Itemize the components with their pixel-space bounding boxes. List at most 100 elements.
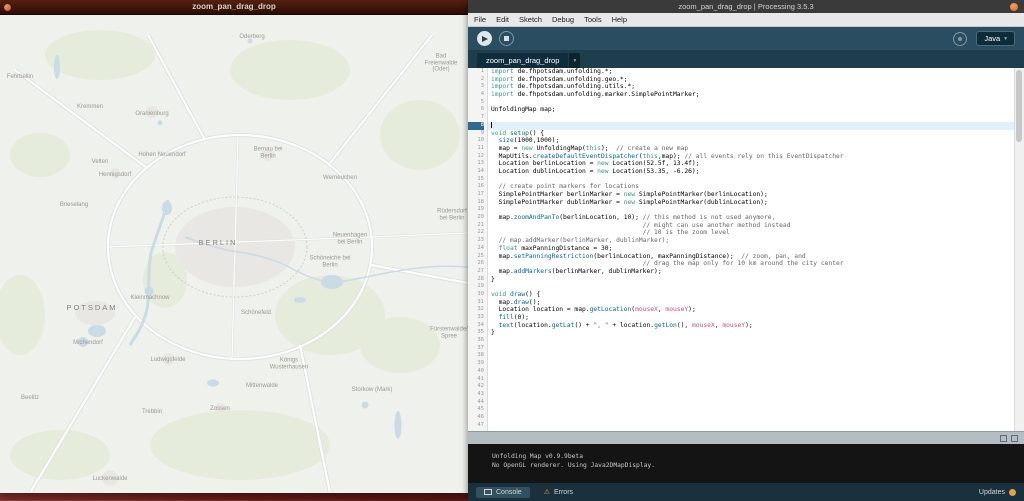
tab-errors[interactable]: ⚠ Errors xyxy=(540,486,577,498)
code-line[interactable]: Location location = map.getLocation(mous… xyxy=(491,306,1014,314)
code-line[interactable]: import de.fhpotsdam.unfolding.*; xyxy=(491,68,1014,76)
mode-selector-button[interactable]: Java ▾ xyxy=(976,31,1015,46)
town-label: Kremmen xyxy=(76,103,104,110)
code-line[interactable] xyxy=(491,345,1014,353)
scrollbar-thumb[interactable] xyxy=(1016,70,1022,142)
town-label: Schöneiche bei Berlin xyxy=(309,255,351,269)
code-line[interactable]: import de.fhpotsdam.unfolding.utils.*; xyxy=(491,83,1014,91)
line-number: 41 xyxy=(477,375,484,382)
processing-ide-window: zoom_pan_drag_drop | Processing 3.5.3 Fi… xyxy=(468,0,1024,501)
code-line[interactable]: MapUtils.createDefaultEventDispatcher(th… xyxy=(491,153,1014,161)
console-line: No OpenGL renderer. Using Java2DMapDispl… xyxy=(492,461,656,469)
code-line[interactable]: UnfoldingMap map; xyxy=(491,106,1014,114)
code-line[interactable] xyxy=(491,391,1014,399)
code-line[interactable] xyxy=(491,99,1014,107)
ide-titlebar[interactable]: zoom_pan_drag_drop | Processing 3.5.3 xyxy=(468,0,1024,13)
updates-indicator[interactable]: Updates xyxy=(978,488,1016,496)
town-label: Bad Freienwalde (Oder) xyxy=(424,53,458,73)
code-line[interactable] xyxy=(491,352,1014,360)
menu-file[interactable]: File xyxy=(474,15,486,24)
code-line[interactable] xyxy=(491,176,1014,184)
code-line[interactable] xyxy=(491,360,1014,368)
code-line[interactable]: // might can use another method instead xyxy=(491,222,1014,230)
code-line[interactable]: // drag the map only for 10 km around th… xyxy=(491,260,1014,268)
code-line[interactable]: text(location.getLat() + ", " + location… xyxy=(491,322,1014,330)
line-number: 3 xyxy=(480,83,484,90)
code-line[interactable] xyxy=(491,376,1014,384)
town-label: Beelitz xyxy=(20,394,40,401)
code-line[interactable] xyxy=(491,414,1014,422)
menu-tools[interactable]: Tools xyxy=(584,15,602,24)
console-icon xyxy=(484,489,492,495)
code-line[interactable]: map.setPanningRestriction(berlinLocation… xyxy=(491,253,1014,261)
code-line[interactable]: Location berlinLocation = new Location(5… xyxy=(491,160,1014,168)
town-label: Michendorf xyxy=(73,339,103,346)
code-line[interactable]: map.draw(); xyxy=(491,299,1014,307)
window-close-button[interactable] xyxy=(4,3,11,11)
code-line[interactable]: map.addMarkers(berlinMarker, dublinMarke… xyxy=(491,268,1014,276)
town-label: Oranienburg xyxy=(135,110,169,117)
line-number: 42 xyxy=(477,383,484,390)
updates-label: Updates xyxy=(978,488,1005,496)
play-icon xyxy=(482,35,488,42)
line-number: 10 xyxy=(477,137,484,144)
code-line[interactable] xyxy=(491,383,1014,391)
code-line[interactable]: size(1000,1000); xyxy=(491,137,1014,145)
line-number: 32 xyxy=(477,306,484,313)
run-button[interactable] xyxy=(477,31,492,46)
code-line[interactable]: // 10 is the zoom level xyxy=(491,229,1014,237)
map-canvas[interactable]: Oderberg Bad Freienwalde (Oder) Fehrbellin Kr… xyxy=(0,15,468,493)
code-line[interactable] xyxy=(491,406,1014,414)
code-line[interactable] xyxy=(491,337,1014,345)
map-window: zoom_pan_drag_drop Oderberg Bad Freienwa… xyxy=(0,0,468,493)
code-line[interactable]: fill(0); xyxy=(491,314,1014,322)
town-label: Brieselang xyxy=(59,201,89,208)
code-line[interactable]: map.zoomAndPanTo(berlinLocation, 10); //… xyxy=(491,214,1014,222)
sketch-tab[interactable]: zoom_pan_drag_drop xyxy=(477,53,569,68)
code-line[interactable]: float maxPanningDistance = 30; xyxy=(491,245,1014,253)
code-line[interactable]: // create point markers for locations xyxy=(491,183,1014,191)
line-number: 20 xyxy=(477,214,484,221)
warning-icon: ⚠ xyxy=(543,489,550,496)
code-line[interactable]: map = new UnfoldingMap(this); // create … xyxy=(491,145,1014,153)
code-line[interactable]: } xyxy=(491,276,1014,284)
code-line[interactable]: SimplePointMarker dublinMarker = new Sim… xyxy=(491,199,1014,207)
tab-menu-button[interactable]: ▾ xyxy=(569,53,581,68)
code-line[interactable] xyxy=(491,368,1014,376)
code-line[interactable] xyxy=(491,283,1014,291)
debug-toggle-button[interactable] xyxy=(953,31,968,46)
code-line[interactable]: void setup() { xyxy=(491,130,1014,138)
line-number: 33 xyxy=(477,314,484,320)
code-line[interactable]: Location dublinLocation = new Location(5… xyxy=(491,168,1014,176)
code-line[interactable]: void draw() { xyxy=(491,291,1014,299)
tab-console[interactable]: Console xyxy=(476,486,530,498)
code-editor[interactable]: 1 2 3 4 5 6 7 8 9 10 11 12 13 14 15 16 17 18 19 20 21 22 23 24 2… xyxy=(468,68,1024,431)
code-line[interactable] xyxy=(491,206,1014,214)
code-line[interactable]: SimplePointMarker berlinMarker = new Sim… xyxy=(491,191,1014,199)
stop-button[interactable] xyxy=(499,31,514,46)
code-line[interactable] xyxy=(491,114,1014,122)
console-collapse-icon[interactable] xyxy=(1011,434,1018,442)
errors-tab-label: Errors xyxy=(553,488,574,496)
menu-sketch[interactable]: Sketch xyxy=(519,15,542,24)
menu-edit[interactable]: Edit xyxy=(496,15,509,24)
console-expand-icon[interactable] xyxy=(1000,434,1007,442)
line-number: 22 xyxy=(477,229,484,236)
code-line[interactable]: // map.addMarker(berlinMarker, dublinMar… xyxy=(491,237,1014,245)
code-line[interactable]: } xyxy=(491,329,1014,337)
menu-help[interactable]: Help xyxy=(612,15,627,24)
line-number: 44 xyxy=(477,398,484,405)
code-pane[interactable]: import de.fhpotsdam.unfolding.*; import d… xyxy=(488,68,1014,431)
code-line[interactable] xyxy=(491,422,1014,430)
map-window-titlebar[interactable]: zoom_pan_drag_drop xyxy=(0,0,468,15)
code-line[interactable] xyxy=(491,399,1014,407)
map-window-title: zoom_pan_drag_drop xyxy=(192,2,276,11)
code-line[interactable]: import de.fhpotsdam.unfolding.marker.Sim… xyxy=(491,91,1014,99)
code-line[interactable]: import de.fhpotsdam.unfolding.geo.*; xyxy=(491,76,1014,84)
editor-scrollbar[interactable] xyxy=(1014,68,1024,431)
code-line[interactable] xyxy=(488,121,1014,130)
town-label: Trebbin xyxy=(141,408,163,415)
line-number: 14 xyxy=(477,167,484,174)
line-number: 21 xyxy=(477,221,484,228)
menu-debug[interactable]: Debug xyxy=(552,15,574,24)
